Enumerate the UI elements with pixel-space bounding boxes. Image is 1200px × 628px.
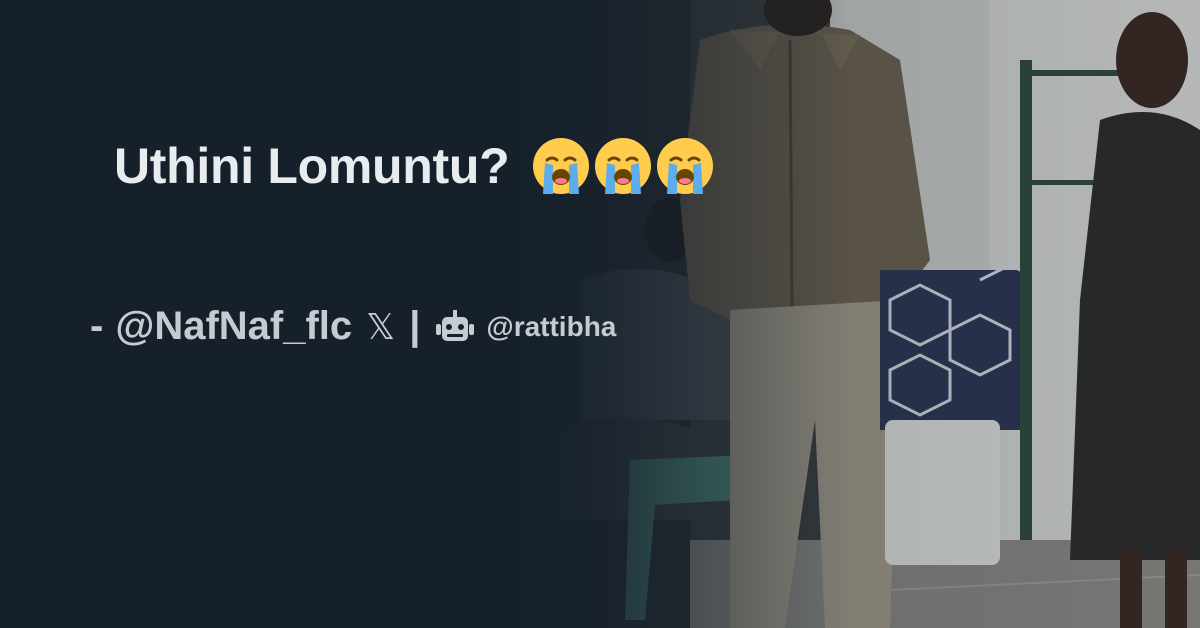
bot-handle[interactable]: @rattibha (486, 311, 616, 343)
loudly-crying-face-icon (657, 138, 714, 194)
title-text: Uthini Lomuntu? (114, 138, 510, 194)
loudly-crying-face-icon (595, 138, 652, 194)
credit-line: - @NafNaf_flc 𝕏 | @rattibha (90, 304, 616, 349)
share-card: Uthini Lomuntu? - @NafNaf_flc 𝕏 | @ratti… (0, 0, 1200, 628)
separator: | (409, 304, 421, 348)
robot-icon (436, 309, 475, 341)
x-logo-icon: 𝕏 (366, 305, 396, 347)
emoji-group (531, 136, 715, 196)
credit-dash: - (90, 304, 104, 348)
loudly-crying-face-icon (533, 138, 590, 194)
author-handle[interactable]: @NafNaf_flc (115, 304, 352, 349)
card-title: Uthini Lomuntu? (114, 136, 715, 196)
